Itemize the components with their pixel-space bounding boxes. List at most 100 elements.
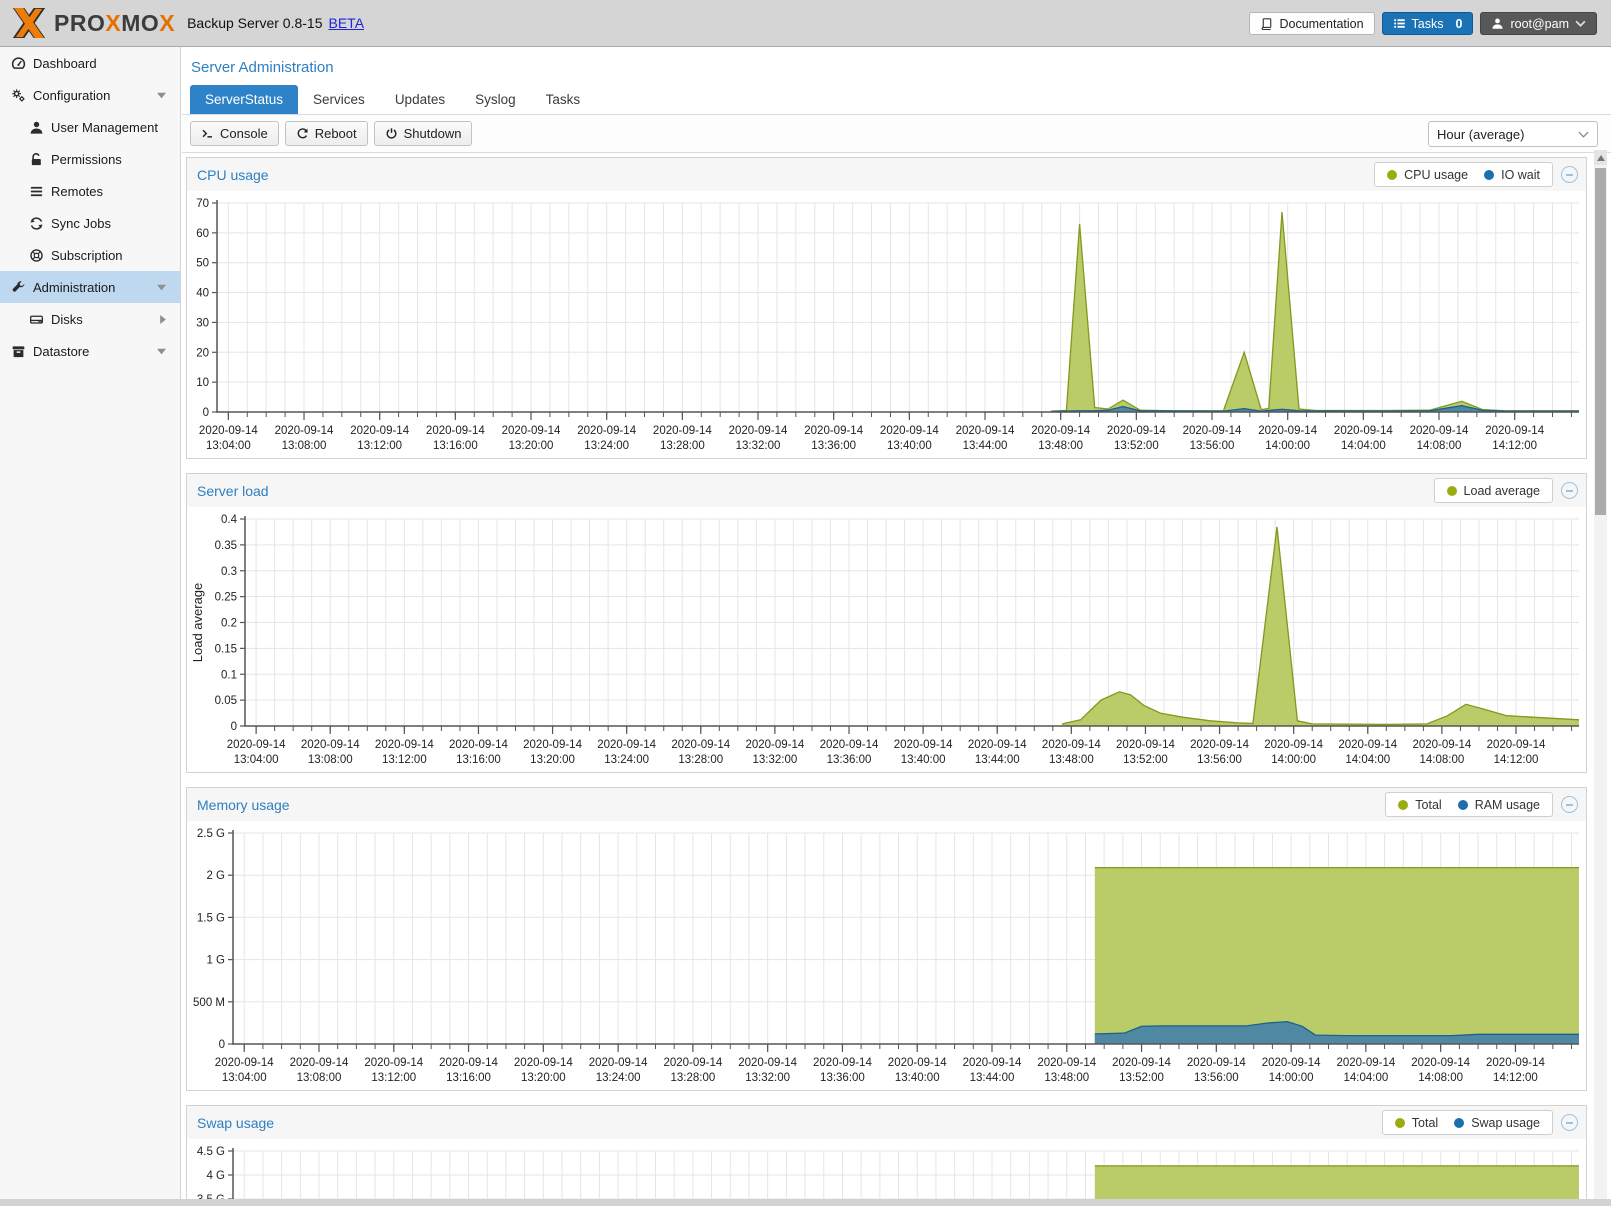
horizontal-scrollbar[interactable]: [0, 1199, 1611, 1206]
legend-item[interactable]: RAM usage: [1458, 798, 1540, 812]
svg-text:13:40:00: 13:40:00: [895, 1072, 940, 1084]
scroll-up-arrow[interactable]: [1594, 150, 1607, 165]
svg-text:13:52:00: 13:52:00: [1123, 754, 1168, 766]
collapse-panel-icon[interactable]: [1561, 1114, 1578, 1131]
sidebar-item-dashboard[interactable]: Dashboard: [0, 47, 180, 79]
collapse-panel-icon[interactable]: [1561, 482, 1578, 499]
svg-text:2020-09-14: 2020-09-14: [1487, 739, 1546, 751]
svg-text:13:32:00: 13:32:00: [753, 754, 798, 766]
svg-text:13:48:00: 13:48:00: [1049, 754, 1094, 766]
memory-usage-chart: 0500 M1 G1.5 G2 G2.5 G2020-09-1413:04:00…: [187, 821, 1586, 1090]
toolbar: Console Reboot Shutdown Hour (average): [182, 115, 1611, 153]
svg-text:2020-09-14: 2020-09-14: [1334, 425, 1393, 437]
user-menu-button[interactable]: root@pam: [1480, 12, 1597, 35]
svg-text:2020-09-14: 2020-09-14: [275, 425, 334, 437]
shutdown-button[interactable]: Shutdown: [374, 121, 473, 146]
chart-legend[interactable]: Load average: [1434, 478, 1553, 503]
svg-text:0: 0: [203, 407, 209, 419]
legend-item[interactable]: CPU usage: [1387, 168, 1468, 182]
sidebar-item-sync-jobs[interactable]: Sync Jobs: [0, 207, 180, 239]
proxmox-logo: PROXMOX: [8, 8, 175, 38]
tab-syslog[interactable]: Syslog: [460, 85, 531, 114]
chart-legend[interactable]: Total RAM usage: [1385, 792, 1553, 817]
svg-text:2020-09-14: 2020-09-14: [963, 1057, 1022, 1069]
legend-item[interactable]: Total: [1398, 798, 1441, 812]
chart-svg: 0500 M1 G1.5 G2 G2.5 G2020-09-1413:04:00…: [187, 821, 1586, 1090]
beta-link[interactable]: BETA: [329, 15, 365, 31]
chevron-down-icon: [157, 348, 166, 355]
memory-usage-panel: Memory usage Total RAM usage 0500 M1 G1.5…: [186, 787, 1587, 1091]
svg-text:13:56:00: 13:56:00: [1197, 754, 1242, 766]
svg-text:0.4: 0.4: [221, 514, 238, 526]
sidebar-item-remotes[interactable]: Remotes: [0, 175, 180, 207]
svg-text:13:20:00: 13:20:00: [509, 440, 554, 452]
panel-header: Server load Load average: [187, 474, 1586, 507]
svg-text:2020-09-14: 2020-09-14: [577, 425, 636, 437]
console-button[interactable]: Console: [190, 121, 279, 146]
panel-title: Memory usage: [197, 797, 290, 813]
sidebar-item-administration[interactable]: Administration: [0, 271, 180, 303]
svg-text:4 G: 4 G: [206, 1170, 225, 1182]
tab-tasks[interactable]: Tasks: [531, 85, 596, 114]
time-range-select[interactable]: Hour (average): [1428, 121, 1598, 147]
svg-text:13:52:00: 13:52:00: [1114, 440, 1159, 452]
tab-updates[interactable]: Updates: [380, 85, 460, 114]
panel-title: Swap usage: [197, 1115, 274, 1131]
svg-text:2020-09-14: 2020-09-14: [1411, 1057, 1470, 1069]
svg-text:0: 0: [219, 1039, 225, 1051]
legend-item[interactable]: Total: [1395, 1116, 1438, 1130]
list-icon: [1393, 17, 1406, 30]
sidebar-item-permissions[interactable]: Permissions: [0, 143, 180, 175]
sidebar-nav: Dashboard Configuration User Management …: [0, 47, 181, 1199]
svg-text:14:00:00: 14:00:00: [1265, 440, 1310, 452]
svg-text:2020-09-14: 2020-09-14: [199, 425, 258, 437]
proxmox-x-logo-icon: [8, 8, 50, 38]
tab-services[interactable]: Services: [298, 85, 380, 114]
tab-serverstatus[interactable]: ServerStatus: [190, 85, 298, 114]
sidebar-item-datastore[interactable]: Datastore: [0, 335, 180, 367]
svg-text:2020-09-14: 2020-09-14: [375, 739, 434, 751]
svg-text:13:36:00: 13:36:00: [811, 440, 856, 452]
legend-dot-icon: [1454, 1118, 1464, 1128]
chevron-down-icon: [1578, 131, 1589, 138]
vertical-scrollbar[interactable]: [1594, 150, 1607, 1199]
collapse-panel-icon[interactable]: [1561, 166, 1578, 183]
svg-text:2020-09-14: 2020-09-14: [888, 1057, 947, 1069]
legend-item[interactable]: Load average: [1447, 484, 1540, 498]
wrench-icon: [11, 280, 26, 295]
legend-item[interactable]: IO wait: [1484, 168, 1540, 182]
svg-text:4.5 G: 4.5 G: [197, 1146, 225, 1158]
svg-text:13:40:00: 13:40:00: [901, 754, 946, 766]
charts-scroll-area: CPU usage CPU usageIO wait 0102030405060…: [182, 150, 1611, 1199]
server-load-panel: Server load Load average 00.050.10.150.2…: [186, 473, 1587, 773]
legend-item[interactable]: Swap usage: [1454, 1116, 1540, 1130]
svg-text:Load average: Load average: [190, 583, 205, 663]
legend-dot-icon: [1484, 170, 1494, 180]
chart-legend[interactable]: Total Swap usage: [1382, 1110, 1553, 1135]
sidebar-item-disks[interactable]: Disks: [0, 303, 180, 335]
scrollbar-thumb[interactable]: [1595, 168, 1606, 515]
collapse-panel-icon[interactable]: [1561, 796, 1578, 813]
chart-svg: 00.050.10.150.20.250.30.350.42020-09-141…: [187, 507, 1586, 772]
documentation-button[interactable]: Documentation: [1249, 12, 1374, 35]
chart-legend[interactable]: CPU usage IO wait: [1374, 162, 1553, 187]
svg-text:2020-09-14: 2020-09-14: [1410, 425, 1469, 437]
svg-text:0: 0: [231, 721, 237, 733]
svg-text:13:48:00: 13:48:00: [1038, 440, 1083, 452]
legend-label: Total: [1415, 798, 1441, 812]
svg-text:2020-09-14: 2020-09-14: [653, 425, 712, 437]
svg-text:13:24:00: 13:24:00: [584, 440, 629, 452]
legend-label: RAM usage: [1475, 798, 1540, 812]
reboot-button[interactable]: Reboot: [285, 121, 368, 146]
tasks-button[interactable]: Tasks 0: [1382, 12, 1474, 35]
svg-text:0.25: 0.25: [215, 592, 237, 604]
sidebar-item-configuration[interactable]: Configuration: [0, 79, 180, 111]
sidebar-item-subscription[interactable]: Subscription: [0, 239, 180, 271]
legend-label: CPU usage: [1404, 168, 1468, 182]
svg-text:2020-09-14: 2020-09-14: [439, 1057, 498, 1069]
svg-text:14:12:00: 14:12:00: [1492, 440, 1537, 452]
svg-text:70: 70: [196, 198, 209, 210]
sidebar-item-user-management[interactable]: User Management: [0, 111, 180, 143]
svg-text:2020-09-14: 2020-09-14: [215, 1057, 274, 1069]
svg-text:60: 60: [196, 228, 209, 240]
